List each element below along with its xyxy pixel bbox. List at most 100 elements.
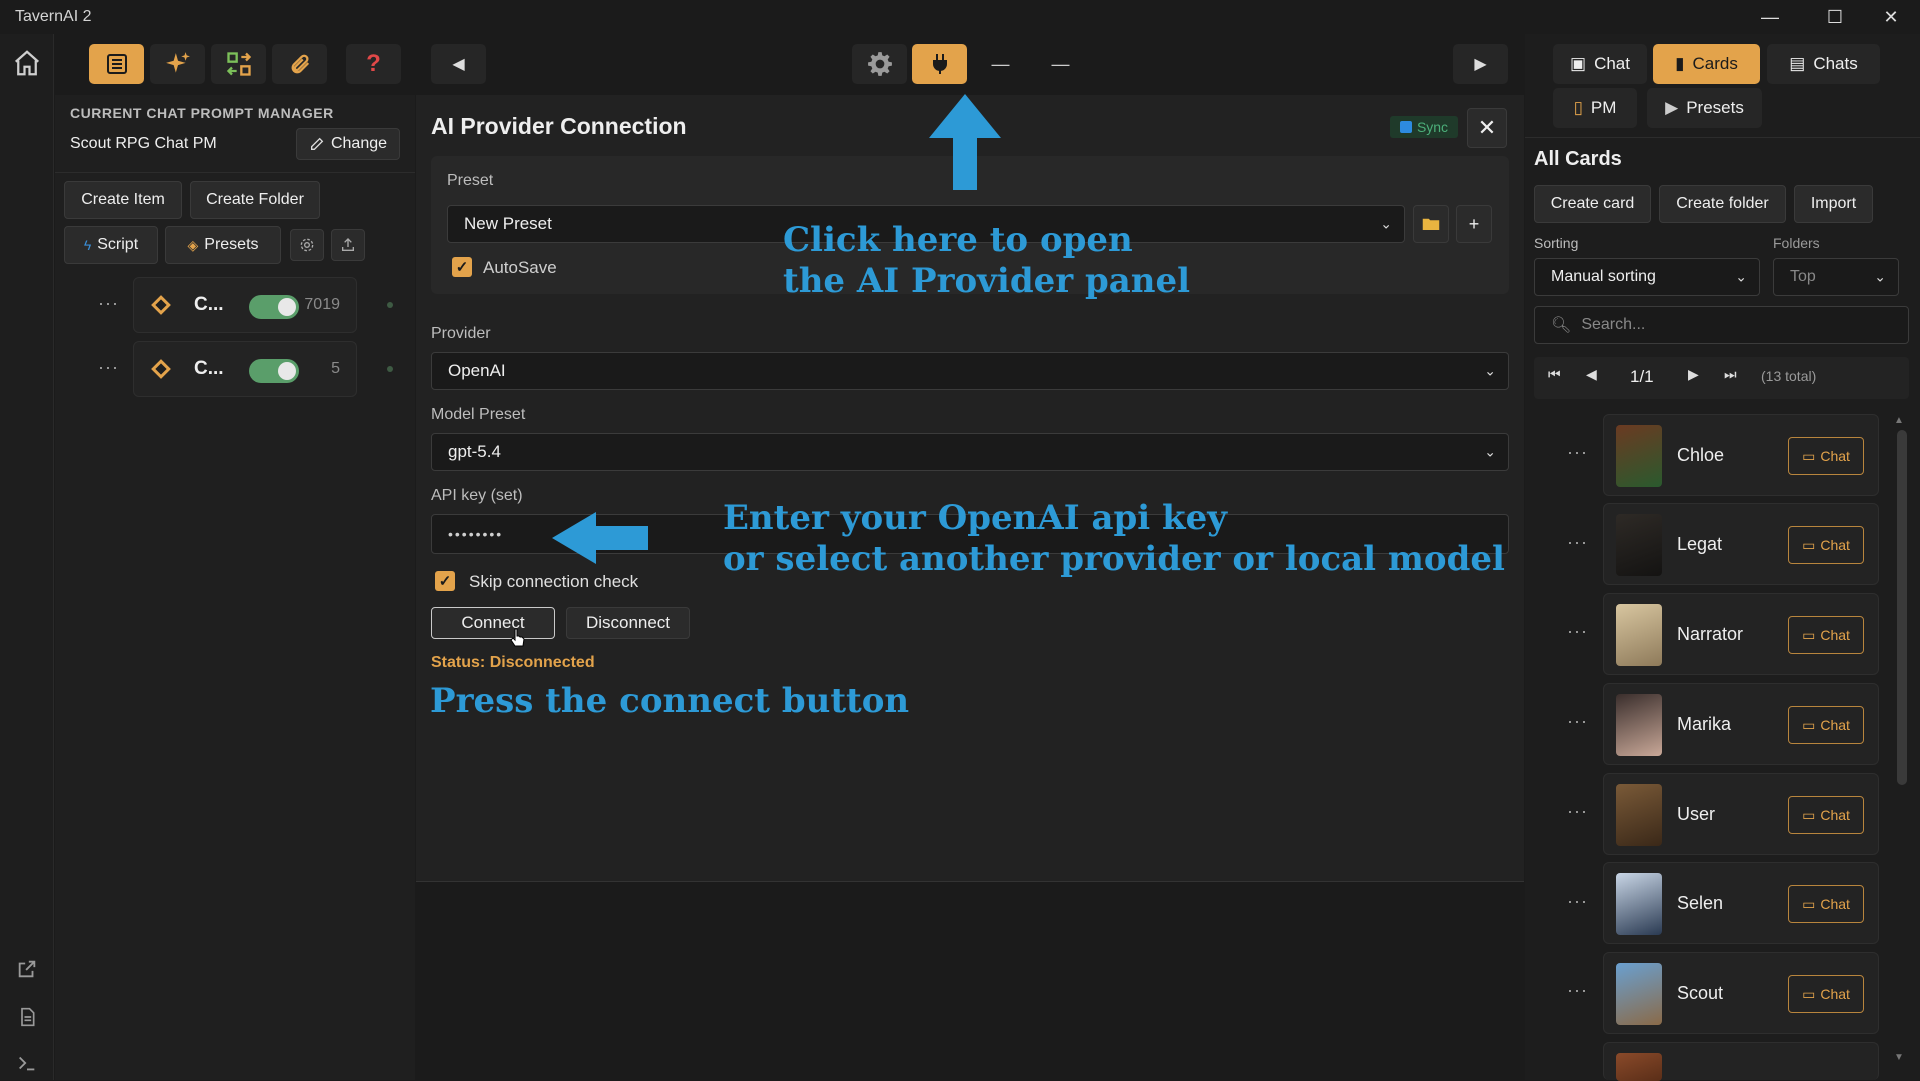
card-menu-dots[interactable]: ··· <box>1567 621 1588 642</box>
card-menu-dots[interactable]: ··· <box>1567 891 1588 912</box>
first-page-icon[interactable]: ⏮ <box>1548 366 1561 383</box>
cards-scrollbar[interactable] <box>1897 430 1907 785</box>
card-chat-button[interactable]: ▭ Chat <box>1788 796 1864 834</box>
card-item[interactable]: Scout ▭ Chat <box>1603 952 1879 1034</box>
disconnect-button[interactable]: Disconnect <box>566 607 690 639</box>
card-item[interactable]: Narrator ▭ Chat <box>1603 593 1879 675</box>
scroll-down-icon[interactable]: ▼ <box>1894 1052 1904 1063</box>
tab-presets[interactable]: ▶ Presets <box>1647 88 1762 128</box>
document-icon[interactable] <box>10 1000 44 1034</box>
pm-list-item[interactable]: C... 5 <box>133 341 357 397</box>
card-chat-button[interactable]: ▭ Chat <box>1788 975 1864 1013</box>
pm-header: CURRENT CHAT PROMPT MANAGER <box>70 105 334 121</box>
skip-check-checkbox[interactable]: ✓ <box>435 571 455 591</box>
card-menu-dots[interactable]: ··· <box>1567 532 1588 553</box>
item-menu-dots[interactable]: ··· <box>98 293 119 314</box>
script-button[interactable]: ϟ Script <box>64 226 158 264</box>
folders-select[interactable]: Top ⌄ <box>1773 258 1899 296</box>
sync-badge[interactable]: Sync <box>1390 116 1458 138</box>
terminal-icon[interactable] <box>10 1046 44 1080</box>
card-menu-dots[interactable]: ··· <box>1567 801 1588 822</box>
status-value: Disconnected <box>489 654 595 671</box>
connect-button[interactable]: Connect <box>431 607 555 639</box>
ai-provider-button[interactable] <box>912 44 967 84</box>
add-preset-button[interactable]: + <box>1456 205 1492 243</box>
presets-label: Presets <box>204 236 259 253</box>
chat-label: Chat <box>1820 537 1850 553</box>
card-item[interactable]: User ▭ Chat <box>1603 773 1879 855</box>
minimize-button[interactable]: — <box>1745 0 1795 34</box>
help-button[interactable]: ? <box>346 44 401 84</box>
card-item[interactable]: Chloe ▭ Chat <box>1603 414 1879 496</box>
script-label: Script <box>97 236 139 253</box>
status-text: Status: Disconnected <box>431 654 595 672</box>
tab-label: Chats <box>1813 54 1858 73</box>
card-item[interactable]: Legat ▭ Chat <box>1603 503 1879 585</box>
attachment-button[interactable] <box>272 44 327 84</box>
provider-select[interactable]: OpenAI ⌄ <box>431 352 1509 390</box>
change-label: Change <box>330 135 388 152</box>
export-button[interactable] <box>331 229 365 261</box>
sorting-select[interactable]: Manual sorting ⌄ <box>1534 258 1760 296</box>
tab-cards[interactable]: ▮ Cards <box>1653 44 1760 84</box>
chevron-down-icon: ⌄ <box>1380 215 1392 232</box>
settings-button[interactable] <box>852 44 907 84</box>
close-panel-button[interactable]: ✕ <box>1467 108 1507 148</box>
pm-item-label: C... <box>194 294 224 315</box>
create-card-folder-button[interactable]: Create folder <box>1659 185 1786 223</box>
card-chat-button[interactable]: ▭ Chat <box>1788 616 1864 654</box>
chats-icon: ▤ <box>1789 54 1806 73</box>
next-page-icon[interactable]: ▶ <box>1688 366 1699 383</box>
scroll-up-icon[interactable]: ▲ <box>1894 415 1904 426</box>
prompt-manager-button[interactable] <box>89 44 144 84</box>
annotation-open-panel: Click here to open the AI Provider panel <box>783 220 1190 302</box>
pm-item-toggle[interactable] <box>249 359 299 383</box>
card-menu-dots[interactable]: ··· <box>1567 442 1588 463</box>
create-item-button[interactable]: Create Item <box>64 181 182 219</box>
import-button[interactable]: Import <box>1794 185 1873 223</box>
maximize-button[interactable]: ☐ <box>1810 0 1860 34</box>
collapse-left-button[interactable]: ◀ <box>431 44 486 84</box>
close-icon: ✕ <box>1477 115 1497 140</box>
create-card-button[interactable]: Create card <box>1534 185 1651 223</box>
prev-page-icon[interactable]: ◀ <box>1586 366 1597 383</box>
card-search-input[interactable]: 🔍︎ Search... <box>1534 306 1909 344</box>
last-page-icon[interactable]: ⏭ <box>1724 366 1737 383</box>
collapse-right-button[interactable]: ▶ <box>1453 44 1508 84</box>
create-folder-button[interactable]: Create Folder <box>190 181 320 219</box>
home-icon[interactable] <box>10 46 44 80</box>
tab-chat[interactable]: ▣ Chat <box>1553 44 1647 84</box>
card-chat-button[interactable]: ▭ Chat <box>1788 437 1864 475</box>
autosave-checkbox[interactable]: ✓ <box>452 257 472 277</box>
pm-settings-button[interactable] <box>290 229 324 261</box>
card-menu-dots[interactable]: ··· <box>1567 711 1588 732</box>
card-chat-button[interactable]: ▭ Chat <box>1788 526 1864 564</box>
pm-list-item[interactable]: C... 7019 <box>133 277 357 333</box>
tab-chats[interactable]: ▤ Chats <box>1767 44 1880 84</box>
sync-label: Sync <box>1416 119 1449 135</box>
plug-icon <box>932 54 947 74</box>
import-label: Import <box>1810 195 1857 212</box>
sparkle-button[interactable] <box>150 44 205 84</box>
tab-label: Presets <box>1686 98 1744 117</box>
model-select[interactable]: gpt-5.4 ⌄ <box>431 433 1509 471</box>
model-label: Model Preset <box>431 406 526 423</box>
item-menu-dots[interactable]: ··· <box>98 357 119 378</box>
card-chat-button[interactable]: ▭ Chat <box>1788 706 1864 744</box>
close-window-button[interactable]: ✕ <box>1866 0 1916 34</box>
card-menu-dots[interactable]: ··· <box>1567 980 1588 1001</box>
external-link-icon[interactable] <box>10 952 44 986</box>
swap-button[interactable] <box>211 44 266 84</box>
pm-item-toggle[interactable] <box>249 295 299 319</box>
card-item-partial[interactable] <box>1603 1042 1879 1081</box>
card-item[interactable]: Marika ▭ Chat <box>1603 683 1879 765</box>
change-pm-button[interactable]: Change <box>296 128 400 160</box>
card-chat-button[interactable]: ▭ Chat <box>1788 885 1864 923</box>
tab-pm[interactable]: ▯ PM <box>1553 88 1637 128</box>
gear-icon <box>867 52 892 76</box>
card-item[interactable]: Selen ▭ Chat <box>1603 862 1879 944</box>
pm-item-count: 7019 <box>304 296 340 313</box>
presets-button[interactable]: ◈ Presets <box>165 226 281 264</box>
skip-check-label: Skip connection check <box>469 572 639 591</box>
open-preset-folder-button[interactable] <box>1413 205 1449 243</box>
